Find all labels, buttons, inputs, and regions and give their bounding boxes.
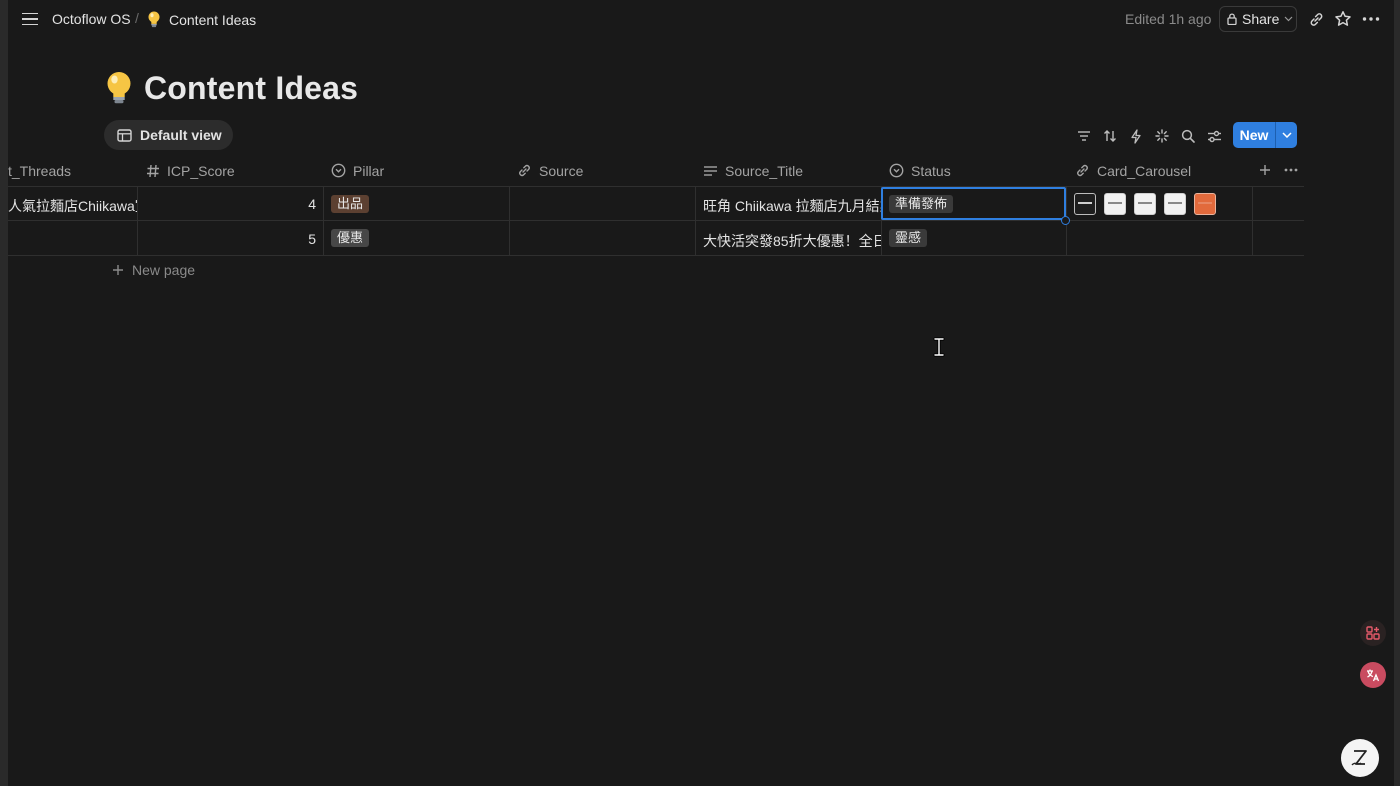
column-header-icp-score[interactable]: ICP_Score bbox=[146, 154, 235, 187]
plus-icon bbox=[113, 265, 123, 275]
link-icon bbox=[519, 164, 530, 177]
copy-link-icon[interactable] bbox=[1305, 8, 1327, 30]
sidebar-toggle-icon[interactable] bbox=[20, 9, 40, 29]
share-button[interactable]: Share bbox=[1219, 6, 1297, 32]
text-lines-icon bbox=[704, 165, 717, 176]
table-icon bbox=[117, 128, 132, 142]
fill-handle[interactable] bbox=[1061, 216, 1070, 225]
selected-cell-outline bbox=[881, 187, 1066, 220]
more-options-icon[interactable] bbox=[1360, 8, 1382, 30]
breadcrumb-separator: / bbox=[135, 10, 139, 26]
lock-icon bbox=[1227, 13, 1237, 25]
select-icon bbox=[331, 163, 346, 178]
carousel-thumbnail[interactable] bbox=[1194, 193, 1216, 215]
column-header-label: Source bbox=[539, 162, 584, 179]
sort-icon[interactable] bbox=[1099, 125, 1121, 147]
select-icon bbox=[889, 163, 904, 178]
top-bar: Octoflow OS / Content Ideas Edited 1h ag… bbox=[8, 0, 1394, 38]
edited-timestamp: Edited 1h ago bbox=[1125, 11, 1212, 27]
notion-ai-help-icon[interactable] bbox=[1341, 739, 1379, 777]
share-label: Share bbox=[1242, 11, 1280, 27]
column-divider bbox=[323, 187, 324, 255]
favorite-star-icon[interactable] bbox=[1332, 8, 1354, 30]
ai-assistant-grid-icon[interactable] bbox=[1360, 620, 1386, 646]
header-divider bbox=[8, 186, 1304, 187]
cell-icp-score[interactable]: 4 bbox=[145, 196, 316, 212]
page-title-text: Content Ideas bbox=[144, 70, 359, 106]
new-page-button[interactable]: New page bbox=[112, 262, 195, 278]
carousel-thumbnail[interactable] bbox=[1104, 193, 1126, 215]
column-header-card-carousel[interactable]: Card_Carousel bbox=[1075, 154, 1191, 187]
breadcrumb-page-label: Content Ideas bbox=[169, 11, 257, 28]
cell-source-title[interactable]: 大快活突發85折大優惠！全日早 bbox=[703, 231, 881, 251]
column-header-status[interactable]: Status bbox=[889, 154, 951, 187]
row-divider bbox=[8, 220, 1304, 221]
column-header-source-title[interactable]: Source_Title bbox=[703, 154, 803, 187]
breadcrumb-page[interactable]: Content Ideas bbox=[147, 11, 256, 28]
column-divider bbox=[509, 187, 510, 255]
cell-source-title[interactable]: 旺角 Chiikawa 拉麵店九月結業 bbox=[703, 196, 881, 216]
carousel-thumbnail[interactable] bbox=[1164, 193, 1186, 215]
page-title[interactable]: Content Ideas bbox=[104, 70, 358, 107]
column-header-label: Status bbox=[911, 162, 951, 179]
carousel-thumbnail[interactable] bbox=[1134, 193, 1156, 215]
filter-icon[interactable] bbox=[1073, 125, 1095, 147]
automation-lightning-icon[interactable] bbox=[1125, 125, 1147, 147]
column-header-source[interactable]: Source bbox=[517, 154, 583, 187]
pillar-tag[interactable]: 出品 bbox=[331, 195, 370, 213]
chevron-down-icon bbox=[1284, 16, 1293, 22]
hash-icon bbox=[147, 164, 159, 177]
pillar-tag[interactable]: 優惠 bbox=[331, 229, 370, 247]
new-button-label: New bbox=[1239, 127, 1269, 143]
lightbulb-icon bbox=[107, 71, 131, 103]
cell-threads[interactable]: 人氣拉麵店Chiikawa宣布 bbox=[8, 196, 137, 216]
column-header-threads[interactable]: t_Threads bbox=[8, 154, 71, 187]
layout-sparkle-icon[interactable] bbox=[1151, 125, 1173, 147]
cell-icp-score[interactable]: 5 bbox=[145, 231, 316, 247]
column-header-pillar[interactable]: Pillar bbox=[331, 154, 384, 187]
view-tab-label: Default view bbox=[140, 127, 222, 143]
column-header-label: ICP_Score bbox=[167, 162, 235, 179]
translate-icon[interactable] bbox=[1360, 662, 1386, 688]
column-header-label: t_Threads bbox=[8, 162, 72, 179]
row-divider bbox=[8, 255, 1304, 256]
sidebar-edge bbox=[0, 0, 8, 786]
new-page-label: New page bbox=[132, 262, 196, 278]
column-divider bbox=[1252, 187, 1253, 255]
column-header-label: Pillar bbox=[353, 162, 385, 179]
column-options-more-icon[interactable] bbox=[1280, 159, 1302, 181]
column-divider bbox=[695, 187, 696, 255]
breadcrumb-workspace[interactable]: Octoflow OS bbox=[52, 11, 131, 27]
settings-sliders-icon[interactable] bbox=[1203, 125, 1225, 147]
search-icon[interactable] bbox=[1177, 125, 1199, 147]
new-record-button[interactable]: New bbox=[1233, 122, 1297, 148]
column-divider bbox=[137, 187, 138, 255]
window-edge bbox=[1394, 0, 1400, 786]
text-cursor-icon bbox=[933, 337, 945, 357]
add-column-plus-icon[interactable] bbox=[1254, 159, 1276, 181]
new-options-chevron-icon[interactable] bbox=[1276, 132, 1297, 138]
carousel-thumbnail[interactable] bbox=[1074, 193, 1096, 215]
column-header-label: Card_Carousel bbox=[1097, 162, 1192, 179]
link-icon bbox=[1077, 164, 1088, 177]
view-tab-default[interactable]: Default view bbox=[104, 120, 233, 150]
column-header-label: Source_Title bbox=[725, 162, 804, 179]
status-tag[interactable]: 靈感 bbox=[889, 229, 928, 247]
lightbulb-icon bbox=[148, 11, 160, 28]
